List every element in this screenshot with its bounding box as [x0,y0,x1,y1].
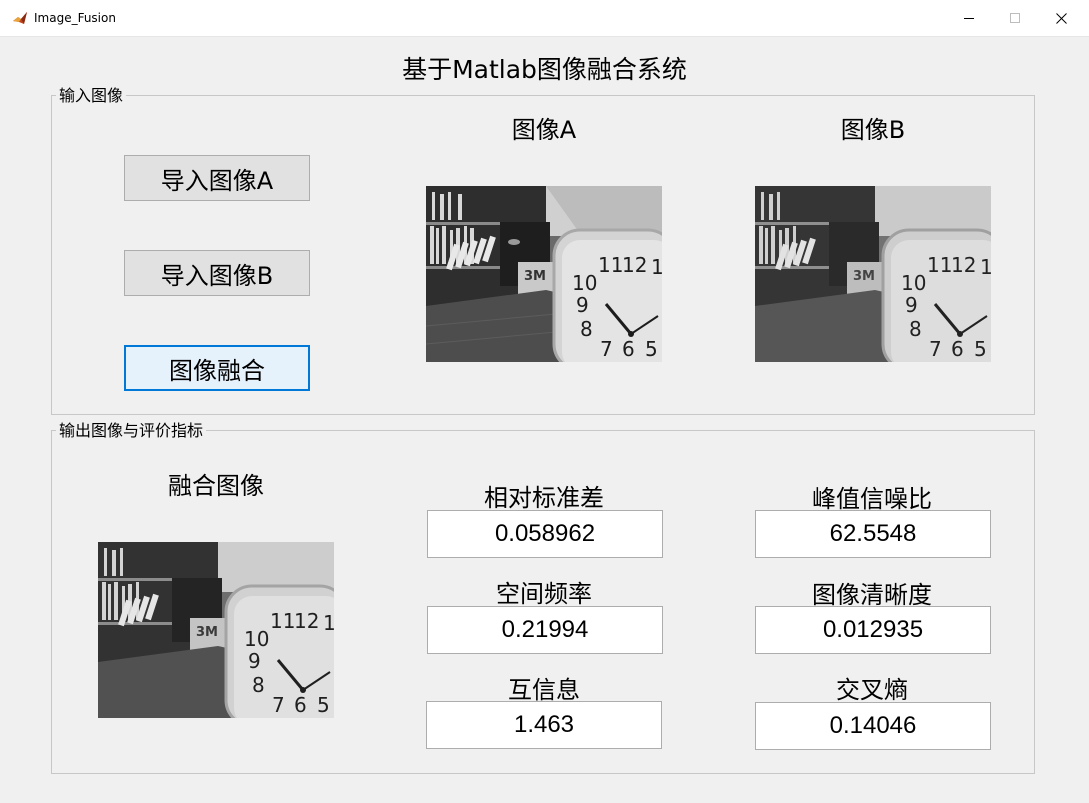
cross-entropy-value[interactable]: 0.14046 [755,702,991,750]
box-brand-label: 3M [196,625,218,640]
image-clarity-value[interactable]: 0.012935 [755,606,991,654]
clock-number: 10 [901,271,926,295]
clock-number: 11 [270,609,295,633]
spatial-frequency-label: 空间频率 [496,580,592,608]
close-icon [1055,12,1067,24]
fuse-image-button[interactable]: 图像融合 [124,345,310,391]
fused-image-display: 3M 11 12 1 10 9 8 7 6 5 [98,542,334,718]
clock-number: 1 [980,255,991,279]
clock-number: 12 [951,253,976,277]
box-brand-label: 3M [524,269,546,284]
clock-number: 12 [294,609,319,633]
image-b-label: 图像B [840,116,906,144]
clock-number: 1 [651,255,662,279]
fused-image-label: 融合图像 [168,472,264,500]
image-clarity-label: 图像清晰度 [812,581,932,609]
clock-number: 5 [317,693,330,717]
clock-number: 7 [929,337,942,361]
clock-number: 11 [598,253,623,277]
image-a-display: 3M 11 12 1 10 9 8 7 6 5 [426,186,662,362]
clock-number: 6 [294,693,307,717]
relative-std-value[interactable]: 0.058962 [427,510,663,558]
image-a-label: 图像A [511,116,577,144]
clock-number: 12 [622,253,647,277]
clock-number: 6 [951,337,964,361]
clock-number: 11 [927,253,952,277]
clock-number: 7 [600,337,613,361]
clock-number: 9 [248,649,261,673]
clock-number: 8 [252,673,265,697]
page-title: 基于Matlab图像融合系统 [402,55,687,84]
clock-number: 10 [572,271,597,295]
minimize-icon [963,17,974,19]
close-button[interactable] [1038,0,1084,36]
mutual-info-label: 互信息 [508,676,580,704]
clock-number: 9 [905,293,918,317]
minimize-button[interactable] [946,0,992,36]
box-brand-label: 3M [853,269,875,284]
image-b-display: 3M 11 12 1 10 9 8 7 6 5 [755,186,991,362]
mutual-info-value[interactable]: 1.463 [426,701,662,749]
clock-number: 5 [645,337,658,361]
clock-number: 10 [244,627,269,651]
output-panel-title: 输出图像与评价指标 [56,422,207,440]
clock-number: 8 [909,317,922,341]
matlab-icon [13,12,27,24]
clock-number: 6 [622,337,635,361]
clock-number: 9 [576,293,589,317]
maximize-icon [1009,12,1020,23]
psnr-value[interactable]: 62.5548 [755,510,991,558]
relative-std-label: 相对标准差 [484,484,604,512]
window-titlebar[interactable]: Image_Fusion [0,0,1089,37]
psnr-label: 峰值信噪比 [812,485,932,513]
clock-number: 1 [323,611,334,635]
import-image-a-button[interactable]: 导入图像A [124,155,310,201]
clock-number: 8 [580,317,593,341]
spatial-frequency-value[interactable]: 0.21994 [427,606,663,654]
maximize-button[interactable] [992,0,1038,36]
cross-entropy-label: 交叉熵 [836,676,908,704]
window-title: Image_Fusion [34,11,116,25]
input-panel-title: 输入图像 [56,87,127,105]
import-image-b-button[interactable]: 导入图像B [124,250,310,296]
clock-number: 5 [974,337,987,361]
clock-number: 7 [272,693,285,717]
